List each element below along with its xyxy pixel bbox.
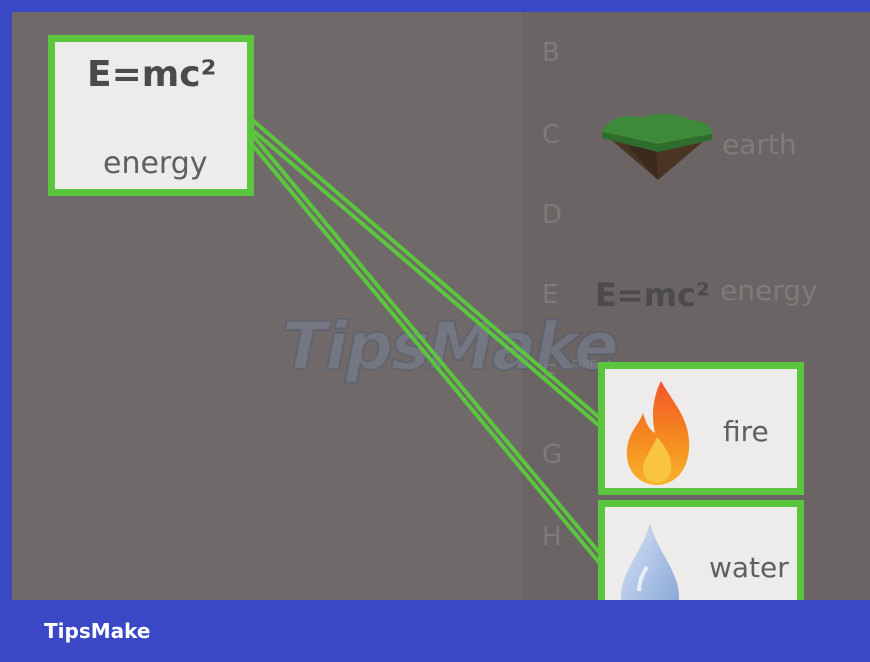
result-card-water-clip: water [598, 500, 804, 600]
connection-line-water-2 [248, 140, 604, 568]
water-drop-icon [621, 523, 679, 600]
footer-banner: TipsMake [0, 600, 870, 662]
fire-icon [626, 381, 690, 485]
selected-element-card-energy[interactable]: E=mc² energy [48, 35, 254, 196]
connection-line-water [248, 130, 604, 558]
card-water-label: water [709, 551, 789, 584]
connection-line-fire [248, 116, 604, 422]
connection-line-fire-2 [248, 126, 604, 430]
card-energy-formula: E=mc² [87, 54, 217, 95]
result-card-water[interactable]: water [598, 500, 804, 600]
footer-brand: TipsMake [44, 619, 151, 643]
card-energy-label: energy [103, 146, 208, 181]
result-card-fire[interactable]: fire [598, 362, 804, 495]
card-fire-label: fire [723, 415, 769, 448]
